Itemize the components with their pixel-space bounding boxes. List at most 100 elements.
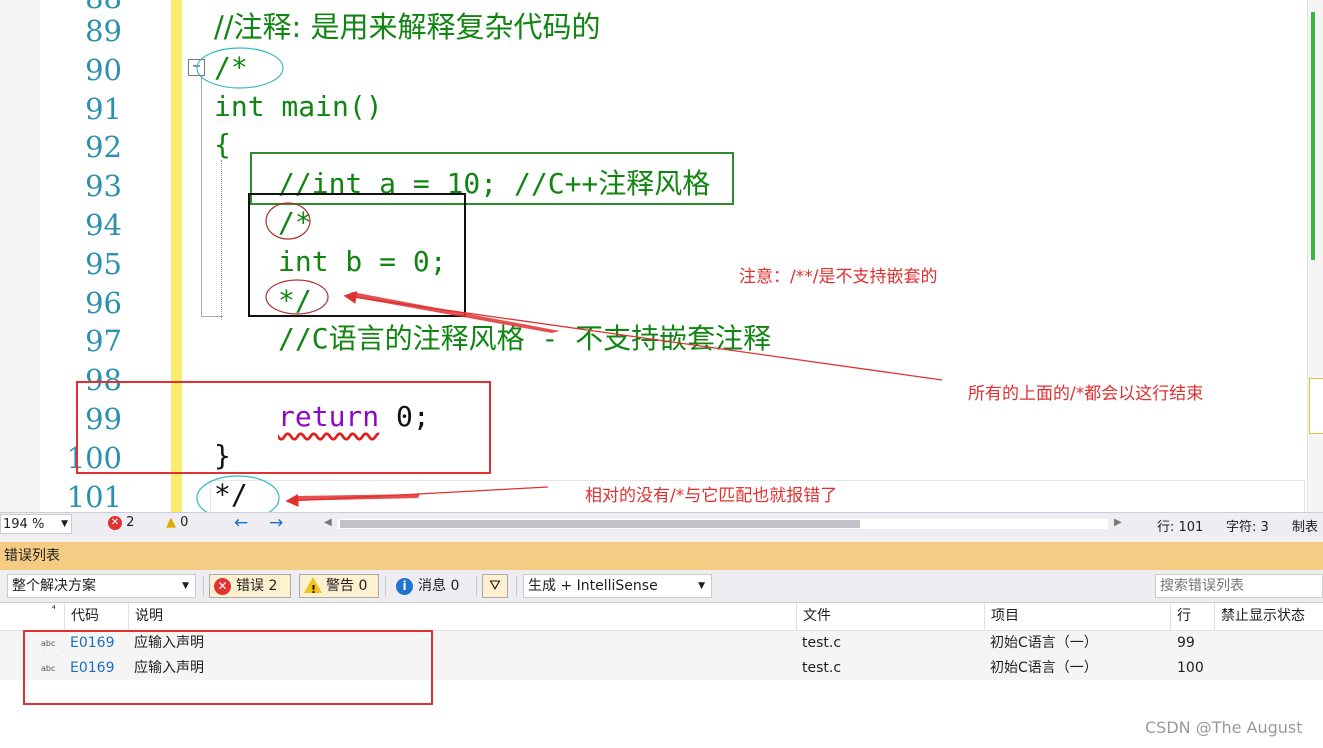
error-list-empty-area bbox=[0, 680, 1323, 748]
sort-icon: ⁴ bbox=[52, 605, 56, 615]
column-header-code[interactable]: 代码 bbox=[64, 603, 128, 630]
scroll-right-icon[interactable]: ▶ bbox=[1114, 517, 1122, 528]
watermark: CSDN @The August bbox=[1145, 718, 1303, 737]
annotation-note-end: 所有的上面的/*都会以这行结束 bbox=[968, 384, 1204, 404]
annotation-overlay bbox=[76, 47, 943, 512]
horizontal-scrollbar[interactable]: ◀ ▶ bbox=[324, 517, 1124, 529]
error-file: test.c bbox=[802, 660, 842, 676]
filter-icon[interactable]: ⛛ bbox=[482, 574, 508, 598]
fold-guide-end bbox=[201, 316, 223, 317]
error-file: test.c bbox=[802, 635, 842, 651]
error-code-link[interactable]: E0169 bbox=[70, 631, 114, 656]
column-header-line[interactable]: 行 bbox=[1170, 603, 1214, 630]
code-line-97[interactable]: //C语言的注释风格 - 不支持嵌套注释 bbox=[278, 320, 771, 358]
error-line: 100 bbox=[1177, 660, 1204, 676]
build-filter-value: 生成 + IntelliSense bbox=[528, 578, 658, 594]
error-description: 应输入声明 bbox=[134, 660, 204, 676]
scope-value: 整个解决方案 bbox=[12, 578, 96, 594]
warnings-filter-button[interactable]: ! 警告 0 bbox=[299, 574, 379, 598]
fold-toggle-icon[interactable]: − bbox=[188, 59, 205, 76]
line-number: 101 bbox=[66, 480, 122, 512]
return-keyword: return bbox=[278, 400, 380, 433]
scrollbar-thumb[interactable] bbox=[1309, 378, 1323, 434]
error-project: 初始C语言（一） bbox=[990, 635, 1098, 651]
column-header-file[interactable]: 文件 bbox=[796, 603, 984, 630]
editor-status-bar: 194 %▼ ✕ 2 ▲ 0 ← → ◀ ▶ 行: 101 字符: 3 制表符 bbox=[0, 512, 1323, 554]
code-line-89[interactable]: //注释: 是用来解释复杂代码的 bbox=[214, 8, 601, 46]
chevron-down-icon: ▼ bbox=[61, 519, 68, 529]
warning-exclamation: ! bbox=[311, 583, 317, 596]
chevron-down-icon: ▼ bbox=[182, 581, 189, 591]
editor-margin bbox=[0, 0, 40, 512]
code-line-101[interactable]: */ bbox=[214, 476, 248, 512]
saved-changes-marker bbox=[1311, 12, 1315, 260]
zoom-value: 194 % bbox=[3, 517, 45, 532]
error-count: 2 bbox=[126, 515, 135, 530]
error-line: 99 bbox=[1177, 635, 1195, 651]
toolbar-divider bbox=[516, 576, 517, 596]
line-number: 99 bbox=[85, 402, 122, 436]
code-line-95[interactable]: int b = 0; bbox=[278, 243, 447, 281]
toolbar-divider bbox=[476, 576, 477, 596]
annotation-note-unmatched: 相对的没有/*与它匹配也就报错了 bbox=[585, 486, 838, 506]
zoom-select[interactable]: 194 % ▼ bbox=[0, 514, 72, 534]
error-icon: ✕ bbox=[108, 515, 122, 530]
table-row[interactable]: abc∿∿∿ E0169 应输入声明 test.c 初始C语言（一） 99 bbox=[0, 631, 1323, 664]
line-number: 97 bbox=[85, 324, 122, 358]
line-number: 98 bbox=[85, 363, 122, 397]
line-number: 92 bbox=[85, 130, 122, 164]
warning-icon: ▲ bbox=[166, 515, 176, 530]
line-number: 93 bbox=[85, 169, 122, 203]
line-number: 89 bbox=[85, 14, 122, 48]
code-line-94[interactable]: /* bbox=[278, 204, 312, 242]
line-number: 100 bbox=[66, 441, 122, 475]
scroll-left-icon[interactable]: ◀ bbox=[324, 517, 332, 528]
code-editor[interactable]: 88 89 90 91 92 93 94 95 96 97 98 99 100 … bbox=[0, 0, 1323, 512]
code-line-99[interactable]: return 0; bbox=[278, 398, 430, 436]
column-header-description[interactable]: 说明 bbox=[128, 603, 796, 630]
indent-guide bbox=[221, 160, 223, 320]
line-number: 95 bbox=[85, 247, 122, 281]
warning-count: 0 bbox=[180, 515, 189, 530]
return-value: 0; bbox=[379, 400, 430, 433]
fold-guide bbox=[201, 76, 203, 316]
table-row[interactable]: abc∿∿∿ E0169 应输入声明 test.c 初始C语言（一） 100 bbox=[0, 656, 1323, 689]
messages-filter-button[interactable]: i 消息 0 bbox=[391, 574, 471, 598]
search-error-list-input[interactable] bbox=[1155, 574, 1323, 598]
toolbar-divider bbox=[203, 576, 204, 596]
annotation-note-nested: 注意：/**/是不支持嵌套的 bbox=[739, 267, 938, 287]
error-list-toolbar: 整个解决方案 ▼ ✕ 错误 2 ! 警告 0 i 消息 0 ⛛ 生成 + Inte… bbox=[0, 570, 1323, 603]
navigate-back-icon[interactable]: ← bbox=[234, 513, 248, 533]
error-count-indicator[interactable]: ✕ 2 bbox=[108, 515, 134, 530]
change-tracking-bar bbox=[171, 0, 182, 512]
code-line-93[interactable]: //int a = 10; //C++注释风格 bbox=[278, 165, 710, 203]
toolbar-divider bbox=[385, 576, 386, 596]
line-number: 94 bbox=[85, 208, 122, 242]
code-line-90[interactable]: /* bbox=[214, 49, 248, 87]
vertical-scrollbar[interactable] bbox=[1307, 0, 1323, 512]
info-icon: i bbox=[396, 578, 413, 595]
column-header-project[interactable]: 项目 bbox=[984, 603, 1170, 630]
errors-filter-button[interactable]: ✕ 错误 2 bbox=[209, 574, 291, 598]
errors-filter-label: 错误 2 bbox=[236, 578, 278, 594]
error-description: 应输入声明 bbox=[134, 635, 204, 651]
code-line-91[interactable]: int main() bbox=[214, 88, 383, 126]
cursor-line: 行: 101 bbox=[1157, 520, 1204, 535]
code-line-100[interactable]: } bbox=[214, 437, 231, 475]
warnings-filter-label: 警告 0 bbox=[326, 578, 368, 594]
error-project: 初始C语言（一） bbox=[990, 660, 1098, 676]
warning-count-indicator[interactable]: ▲ 0 bbox=[166, 515, 188, 530]
scope-select[interactable]: 整个解决方案 ▼ bbox=[7, 574, 196, 598]
code-line-92[interactable]: { bbox=[214, 126, 231, 164]
sort-column-header[interactable]: ⁴ bbox=[0, 603, 65, 630]
line-number: 91 bbox=[85, 92, 122, 126]
error-code-link[interactable]: E0169 bbox=[70, 656, 114, 681]
error-list-title[interactable]: 错误列表 bbox=[0, 542, 1323, 570]
code-line-96[interactable]: */ bbox=[278, 282, 312, 320]
column-header-suppression[interactable]: 禁止显示状态 bbox=[1214, 603, 1323, 630]
scroll-thumb[interactable] bbox=[340, 520, 860, 528]
cursor-column: 字符: 3 bbox=[1226, 520, 1269, 535]
messages-filter-label: 消息 0 bbox=[418, 578, 460, 594]
navigate-forward-icon[interactable]: → bbox=[269, 513, 283, 533]
build-filter-select[interactable]: 生成 + IntelliSense ▼ bbox=[523, 574, 712, 598]
